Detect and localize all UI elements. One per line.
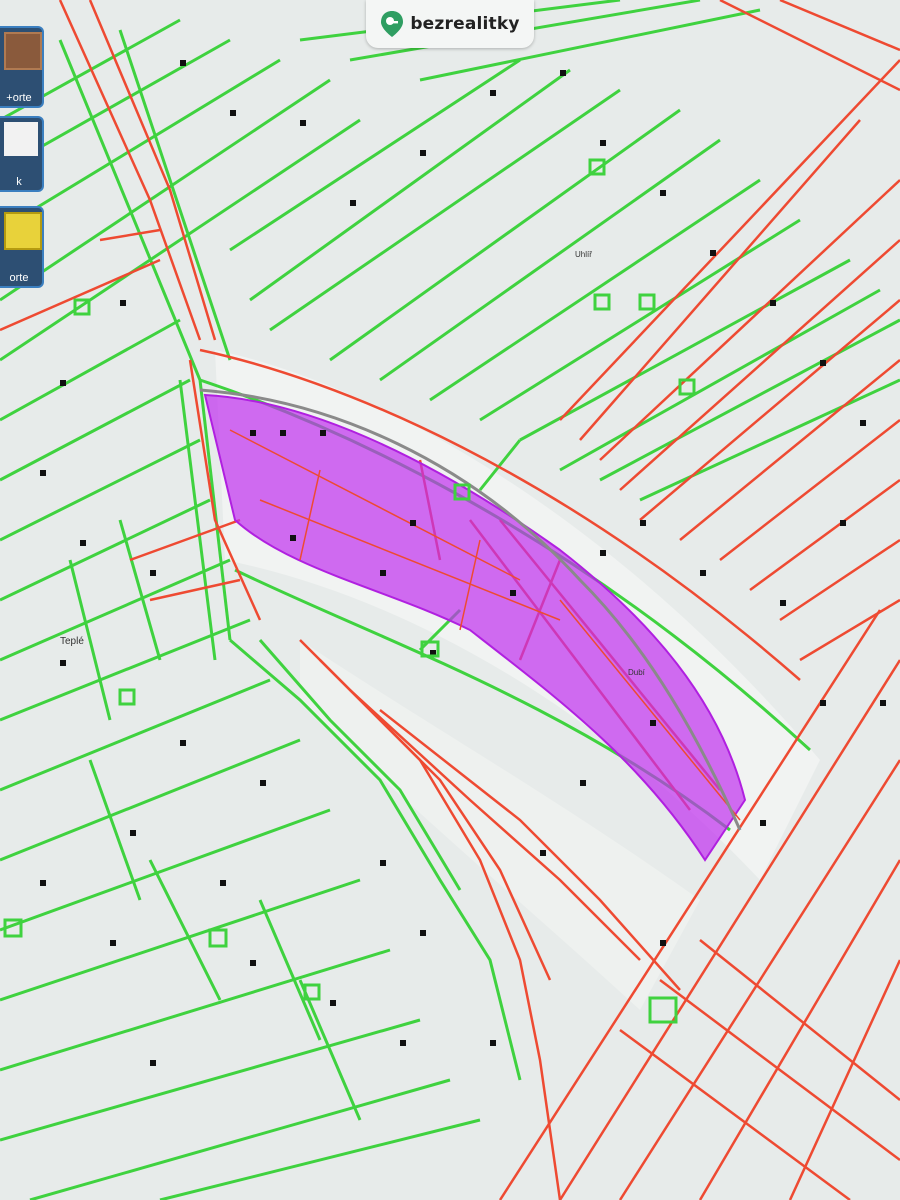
tool-katastr[interactable]: orte <box>0 206 44 288</box>
tool-ortofoto-label: +orte <box>6 92 32 104</box>
cadastral-map[interactable] <box>0 0 900 1200</box>
place-label-loc1: Uhlíř <box>575 250 592 259</box>
brand-name: bezrealitky <box>410 14 520 34</box>
place-label-town: Teplé <box>60 636 84 647</box>
tool-katastr-label: orte <box>9 272 29 284</box>
ortofoto-thumbnail-icon <box>4 32 42 70</box>
map-thumbnail-icon <box>4 122 38 156</box>
map-pin-key-icon <box>381 11 404 37</box>
tool-mapa-label: k <box>16 176 22 188</box>
bezrealitky-watermark: bezrealitky <box>366 0 534 48</box>
tool-mapa[interactable]: k <box>0 116 44 192</box>
cadastre-thumbnail-icon <box>4 212 42 250</box>
place-label-loc2: Dubí <box>628 668 645 677</box>
tool-ortofoto[interactable]: +orte <box>0 26 44 108</box>
